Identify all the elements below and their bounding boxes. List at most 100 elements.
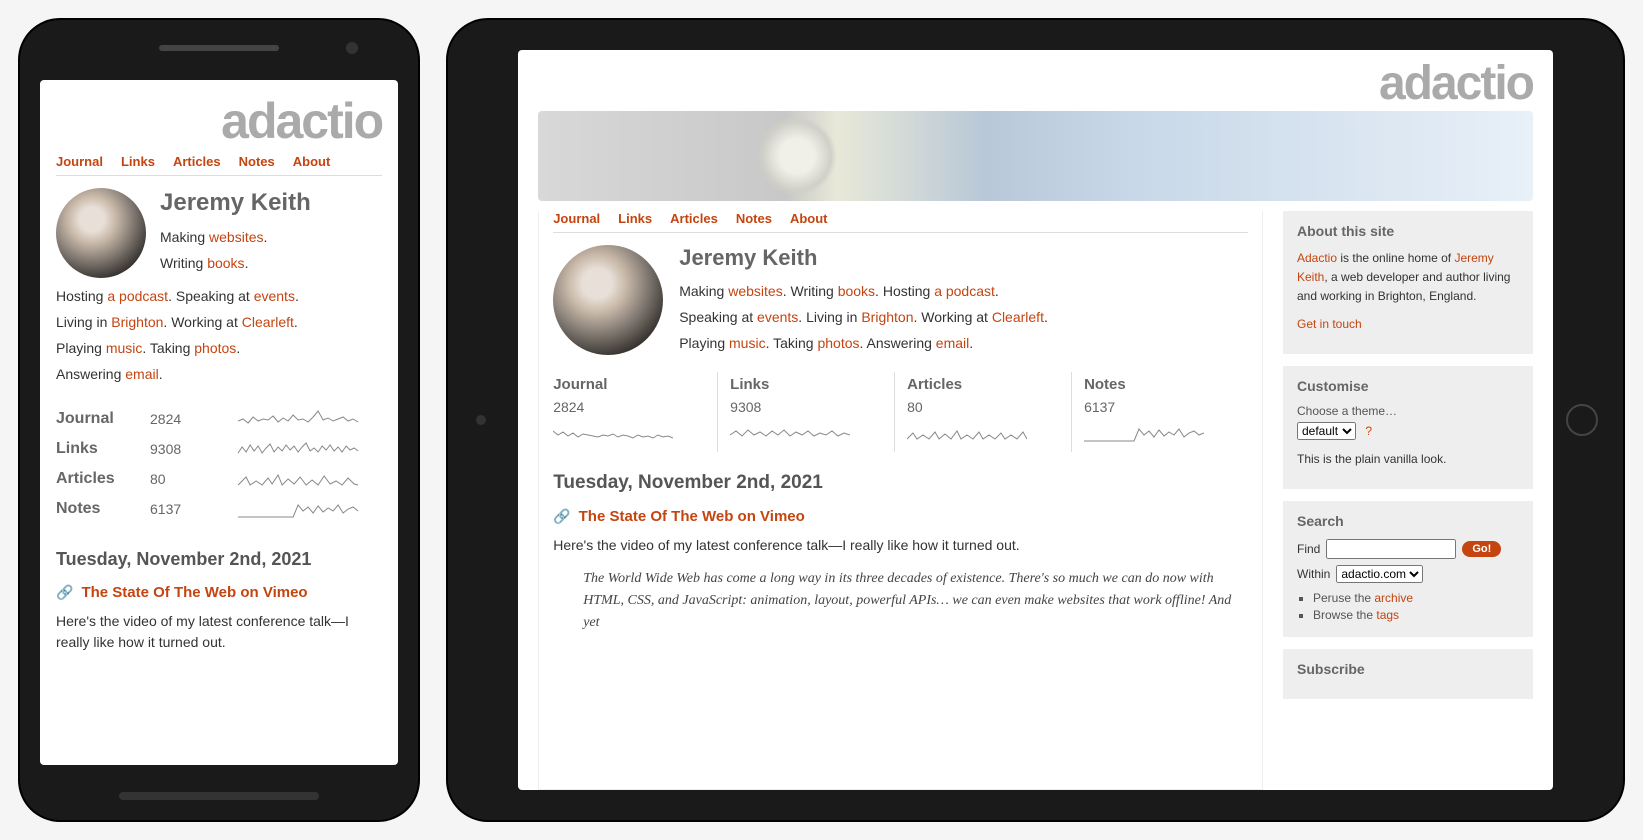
main-column: Journal Links Articles Notes About Jerem… — [538, 211, 1263, 790]
link-photos[interactable]: photos — [194, 340, 236, 356]
theme-desc: This is the plain vanilla look. — [1297, 450, 1519, 469]
sparkline-links — [730, 421, 850, 445]
customise-box: Customise Choose a theme… default ? This… — [1283, 366, 1533, 489]
link-photos[interactable]: photos — [817, 335, 859, 351]
profile: Jeremy Keith Making websites. Writing bo… — [56, 188, 382, 388]
stat-articles[interactable]: Articles 80 — [56, 467, 382, 491]
link-email[interactable]: email — [936, 335, 969, 351]
bio: Making websites. Writing books. Hosting … — [679, 279, 1048, 357]
list-item: Peruse the archive — [1313, 591, 1519, 605]
post-title[interactable]: The State Of The Web on Vimeo — [81, 584, 307, 601]
link-brighton[interactable]: Brighton — [861, 309, 913, 325]
theme-label: Choose a theme… — [1297, 404, 1519, 418]
tablet-screen: adactio Journal Links Articles Notes Abo… — [518, 50, 1553, 790]
link-brighton[interactable]: Brighton — [111, 314, 163, 330]
stat-notes[interactable]: Notes 6137 — [56, 497, 382, 521]
theme-help-link[interactable]: ? — [1365, 424, 1372, 438]
nav-journal[interactable]: Journal — [553, 211, 600, 226]
post-excerpt: Here's the video of my latest conference… — [56, 611, 382, 653]
post-title[interactable]: The State Of The Web on Vimeo — [579, 508, 805, 525]
within-select[interactable]: adactio.com — [1336, 565, 1423, 583]
nav-articles[interactable]: Articles — [670, 211, 718, 226]
subscribe-box: Subscribe — [1283, 649, 1533, 699]
link-events[interactable]: events — [757, 309, 798, 325]
about-text: Adactio is the online home of Jeremy Kei… — [1297, 249, 1519, 307]
site-logo[interactable]: adactio — [518, 50, 1553, 111]
nav-journal[interactable]: Journal — [56, 154, 103, 169]
post-title-row: 🔗 The State Of The Web on Vimeo — [56, 584, 382, 601]
link-websites[interactable]: websites — [728, 283, 782, 299]
link-icon: 🔗 — [553, 508, 570, 525]
link-music[interactable]: music — [106, 340, 143, 356]
bio-rest: Hosting a podcast. Speaking at events. L… — [56, 284, 299, 388]
nav-about[interactable]: About — [790, 211, 828, 226]
stat-links[interactable]: Links 9308 — [56, 437, 382, 461]
link-archive[interactable]: archive — [1374, 591, 1413, 605]
stats: Journal 2824 Links 9308 Articles 80 Note… — [56, 406, 382, 521]
sparkline-articles — [907, 421, 1027, 445]
nav-links[interactable]: Links — [618, 211, 652, 226]
avatar — [553, 245, 663, 355]
link-books[interactable]: books — [207, 255, 244, 271]
link-tags[interactable]: tags — [1376, 608, 1399, 622]
link-icon: 🔗 — [56, 584, 73, 601]
stat-journal[interactable]: Journal 2824 — [56, 407, 382, 431]
stat-articles[interactable]: Articles 80 — [894, 372, 1071, 452]
nav-articles[interactable]: Articles — [173, 154, 221, 169]
main-nav: Journal Links Articles Notes About — [56, 154, 382, 176]
sparkline-notes — [214, 497, 382, 521]
link-events[interactable]: events — [254, 288, 295, 304]
link-podcast[interactable]: a podcast — [107, 288, 168, 304]
nav-notes[interactable]: Notes — [239, 154, 275, 169]
link-podcast[interactable]: a podcast — [934, 283, 995, 299]
link-websites[interactable]: websites — [209, 229, 263, 245]
about-box: About this site Adactio is the online ho… — [1283, 211, 1533, 354]
phone-device-frame: adactio Journal Links Articles Notes Abo… — [20, 20, 418, 820]
search-input[interactable] — [1326, 539, 1456, 559]
author-name: Jeremy Keith — [679, 245, 1048, 271]
link-email[interactable]: email — [125, 366, 158, 382]
bio-line-1: Making websites. Writing books. — [160, 225, 311, 277]
sparkline-articles — [214, 467, 382, 491]
link-books[interactable]: books — [838, 283, 875, 299]
author-name: Jeremy Keith — [160, 189, 311, 217]
nav-notes[interactable]: Notes — [736, 211, 772, 226]
sidebar: About this site Adactio is the online ho… — [1283, 211, 1533, 790]
stat-links[interactable]: Links 9308 — [717, 372, 894, 452]
post-title-row: 🔗 The State Of The Web on Vimeo — [553, 508, 1248, 525]
tablet-device-frame: adactio Journal Links Articles Notes Abo… — [448, 20, 1623, 820]
within-label: Within — [1297, 567, 1330, 581]
nav-links[interactable]: Links — [121, 154, 155, 169]
sparkline-journal — [553, 421, 673, 445]
link-clearleft[interactable]: Clearleft — [992, 309, 1044, 325]
avatar — [56, 188, 146, 278]
customise-heading: Customise — [1297, 378, 1519, 394]
go-button[interactable]: Go! — [1462, 541, 1501, 557]
about-heading: About this site — [1297, 223, 1519, 239]
link-contact[interactable]: Get in touch — [1297, 317, 1362, 331]
tablet-camera — [476, 415, 486, 425]
post-quote: The World Wide Web has come a long way i… — [583, 568, 1248, 635]
stats: Journal 2824 Links 9308 Articles 80 — [553, 371, 1248, 452]
find-label: Find — [1297, 542, 1320, 556]
search-box: Search Find Go! Within adactio.com Perus… — [1283, 501, 1533, 637]
stat-journal[interactable]: Journal 2824 — [553, 372, 717, 452]
subscribe-heading: Subscribe — [1297, 661, 1519, 677]
tablet-home-button[interactable] — [1566, 404, 1598, 436]
link-adactio[interactable]: Adactio — [1297, 251, 1337, 265]
post-date: Tuesday, November 2nd, 2021 — [553, 472, 1248, 494]
site-logo[interactable]: adactio — [56, 92, 382, 150]
sparkline-links — [214, 437, 382, 461]
post-date: Tuesday, November 2nd, 2021 — [56, 549, 382, 570]
nav-about[interactable]: About — [293, 154, 331, 169]
header-banner-image — [538, 111, 1533, 201]
theme-select[interactable]: default — [1297, 422, 1356, 440]
post-excerpt: Here's the video of my latest conference… — [553, 535, 1248, 556]
link-music[interactable]: music — [729, 335, 766, 351]
list-item: Browse the tags — [1313, 608, 1519, 622]
phone-screen: adactio Journal Links Articles Notes Abo… — [40, 80, 398, 765]
sparkline-notes — [1084, 421, 1204, 445]
stat-notes[interactable]: Notes 6137 — [1071, 372, 1248, 452]
link-clearleft[interactable]: Clearleft — [242, 314, 294, 330]
search-heading: Search — [1297, 513, 1519, 529]
